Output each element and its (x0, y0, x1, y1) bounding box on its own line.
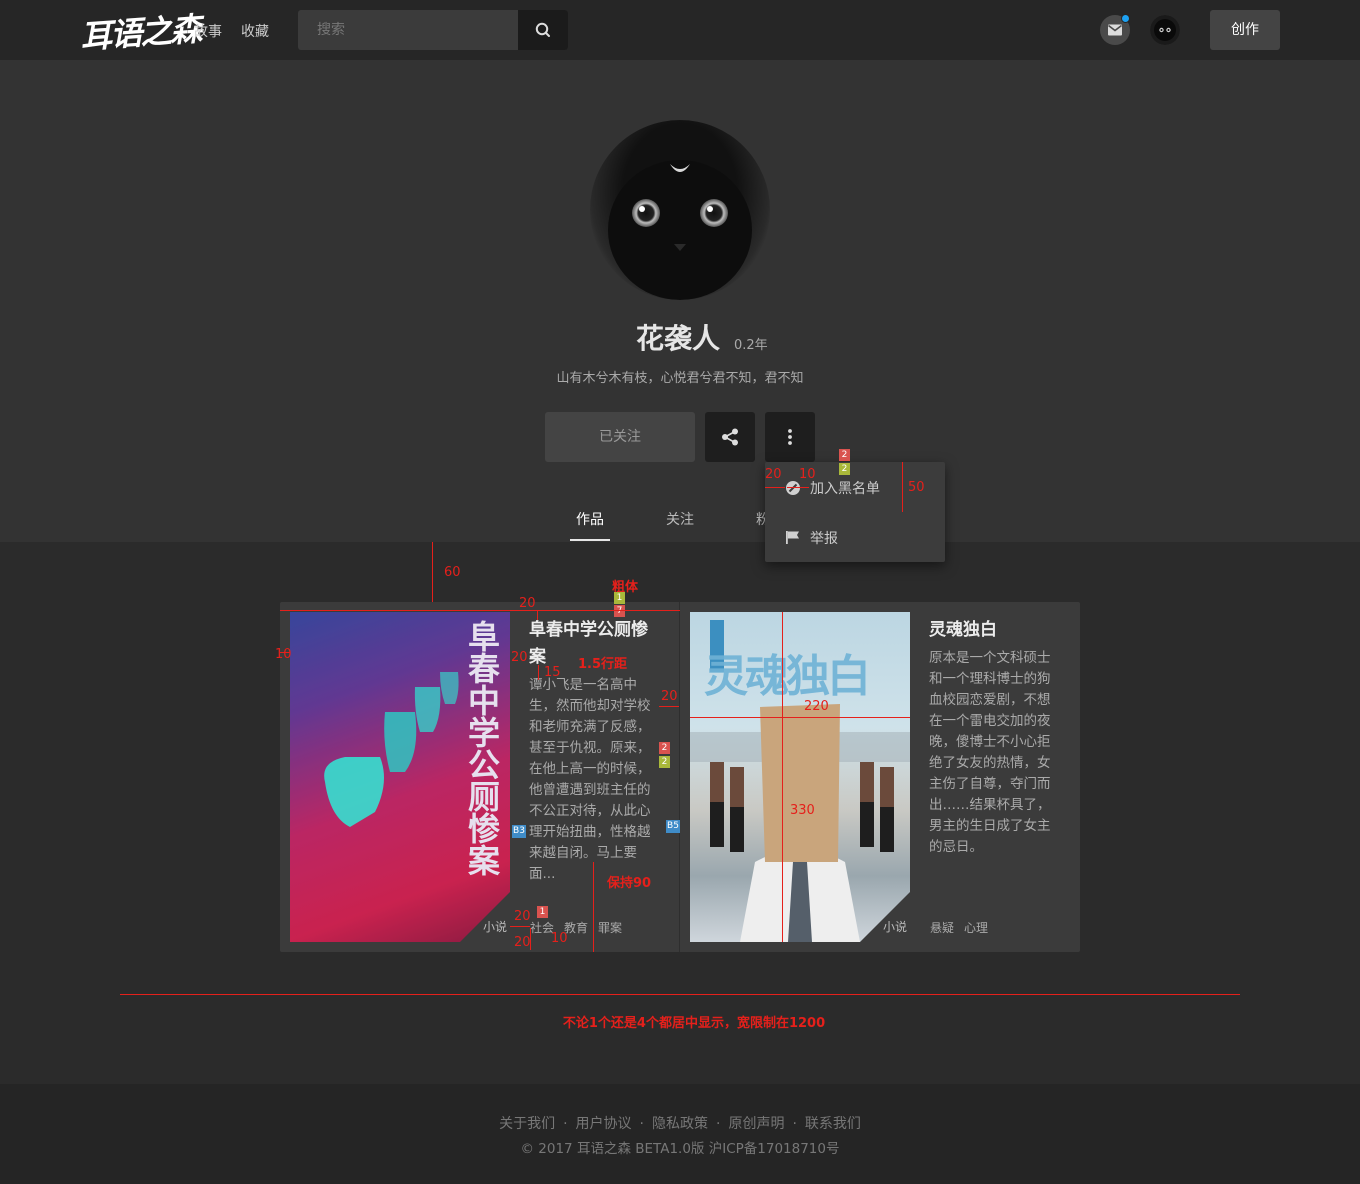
annotation-line (659, 706, 679, 707)
work-cover[interactable]: 灵魂独白 (690, 612, 910, 942)
work-description: 谭小飞是一名高中生，然而他却对学校和老师充满了反感，甚至于仇视。原来，在他上高一… (529, 677, 651, 882)
tab-following[interactable]: 关注 (666, 509, 694, 529)
profile-avatar (590, 120, 770, 300)
annotation-line (690, 717, 910, 718)
annotation-line (120, 994, 1240, 995)
nav-stories[interactable]: 故事 (194, 21, 222, 41)
flag-icon (786, 531, 799, 544)
work-title[interactable]: 灵魂独白 (929, 617, 1064, 644)
work-tag[interactable]: 心理 (964, 919, 988, 936)
annotation-badge: 2 (839, 463, 850, 475)
follow-button[interactable]: 已关注 (545, 412, 695, 462)
annotation-keep-90: 保持90 (607, 876, 652, 891)
annotation-tag-top: 20 (514, 909, 531, 924)
profile-name: 花袭人 (636, 322, 721, 355)
annotation-tag-gap: 10 (551, 931, 568, 946)
annotation-line (537, 611, 538, 620)
profile-bio: 山有木兮木有枝，心悦君兮君不知，君不知 (556, 371, 804, 386)
annotation-title-gap: 20 (511, 650, 528, 665)
tab-works[interactable]: 作品 (576, 509, 604, 529)
nav-favorites[interactable]: 收藏 (241, 21, 269, 41)
footer (0, 1084, 1360, 1184)
work-category: 小说 (883, 920, 908, 934)
active-tab-indicator (570, 539, 610, 541)
footer-link-terms[interactable]: 用户协议 (576, 1116, 632, 1132)
annotation-line (538, 665, 539, 680)
annotation-dropdown-gap: 10 (799, 467, 816, 482)
annotation-badge: 2 (659, 742, 670, 754)
work-tag[interactable]: 教育 (564, 919, 588, 936)
cover-title-text: 灵魂独白 (704, 651, 871, 702)
share-button[interactable] (705, 412, 755, 462)
work-description: 原本是一个文科硕士和一个理科博士的狗血校园恋爱剧，不想在一个雷电交加的夜晚，傻博… (929, 650, 1051, 855)
report-label: 举报 (810, 531, 838, 547)
annotation-badge: 2 (839, 449, 850, 461)
annotation-b3: B3 (512, 825, 526, 838)
annotation-line (765, 487, 785, 488)
annotation-line (280, 610, 680, 611)
annotation-desc-gap: 15 (544, 665, 561, 680)
more-vertical-icon (788, 429, 792, 445)
annotation-dropdown-left: 20 (765, 467, 782, 482)
annotation-width: 220 (804, 699, 829, 714)
blacklist-label: 加入黑名单 (810, 481, 880, 497)
more-button[interactable] (765, 412, 815, 462)
work-cover[interactable]: 阜春中学公厕惨案 (290, 612, 510, 942)
create-button[interactable]: 创作 (1210, 10, 1280, 50)
footer-separator: · (563, 1116, 568, 1132)
footer-link-contact[interactable]: 联系我们 (805, 1116, 861, 1132)
search-icon (535, 22, 550, 37)
site-logo[interactable]: 耳语之森 (79, 4, 202, 58)
annotation-line (782, 612, 783, 942)
footer-links: 关于我们 · 用户协议 · 隐私政策 · 原创声明 · 联系我们 (0, 1113, 1360, 1133)
annotation-line (432, 542, 433, 602)
annotation-center-note: 不论1个还是4个都居中显示，宽限制在1200 (562, 1016, 826, 1031)
annotation-badge: 2 (659, 756, 670, 768)
search-input[interactable] (298, 10, 518, 50)
annotation-b5: B5 (666, 820, 680, 833)
annotation-right-pad: 20 (661, 689, 678, 704)
user-avatar-menu[interactable] (1150, 15, 1180, 45)
annotation-badge: 7 (614, 605, 625, 617)
annotation-line (902, 462, 903, 512)
black-cat-illustration (608, 160, 752, 300)
annotation-line-height: 1.5行距 (578, 657, 628, 672)
footer-separator: · (716, 1116, 721, 1132)
share-icon (722, 428, 738, 446)
annotation-top-margin: 60 (444, 565, 461, 580)
annotation-line (280, 652, 290, 653)
annotation-dropdown-height: 50 (908, 480, 925, 495)
notification-dot (1121, 14, 1130, 23)
work-tag[interactable]: 悬疑 (930, 919, 954, 936)
annotation-badge: 1 (614, 592, 625, 604)
work-category: 小说 (483, 920, 508, 934)
annotation-cover-left: 10 (275, 647, 292, 662)
annotation-badge: 1 (537, 906, 548, 918)
profile-years: 0.2年 (734, 338, 768, 353)
cover-title-text: 阜春中学公厕惨案 (463, 620, 501, 876)
annotation-tag-bottom: 20 (514, 935, 531, 950)
footer-link-privacy[interactable]: 隐私政策 (652, 1116, 708, 1132)
annotation-title-left: 20 (519, 596, 536, 611)
search-box (298, 10, 568, 50)
card-divider (679, 602, 680, 952)
work-tag[interactable]: 罪案 (598, 919, 622, 936)
footer-separator: · (639, 1116, 644, 1132)
more-menu: 加入黑名单 举报 (765, 462, 945, 562)
copyright: © 2017 耳语之森 BETA1.0版 沪ICP备17018710号 (520, 1141, 840, 1157)
annotation-line (510, 926, 530, 927)
annotation-line (787, 487, 809, 488)
footer-separator: · (792, 1116, 797, 1132)
footer-link-original[interactable]: 原创声明 (728, 1116, 784, 1132)
annotation-height: 330 (790, 803, 815, 818)
annotation-line (593, 862, 594, 952)
footer-link-about[interactable]: 关于我们 (499, 1116, 555, 1132)
cat-avatar-icon (1150, 15, 1180, 45)
search-button[interactable] (518, 10, 568, 50)
